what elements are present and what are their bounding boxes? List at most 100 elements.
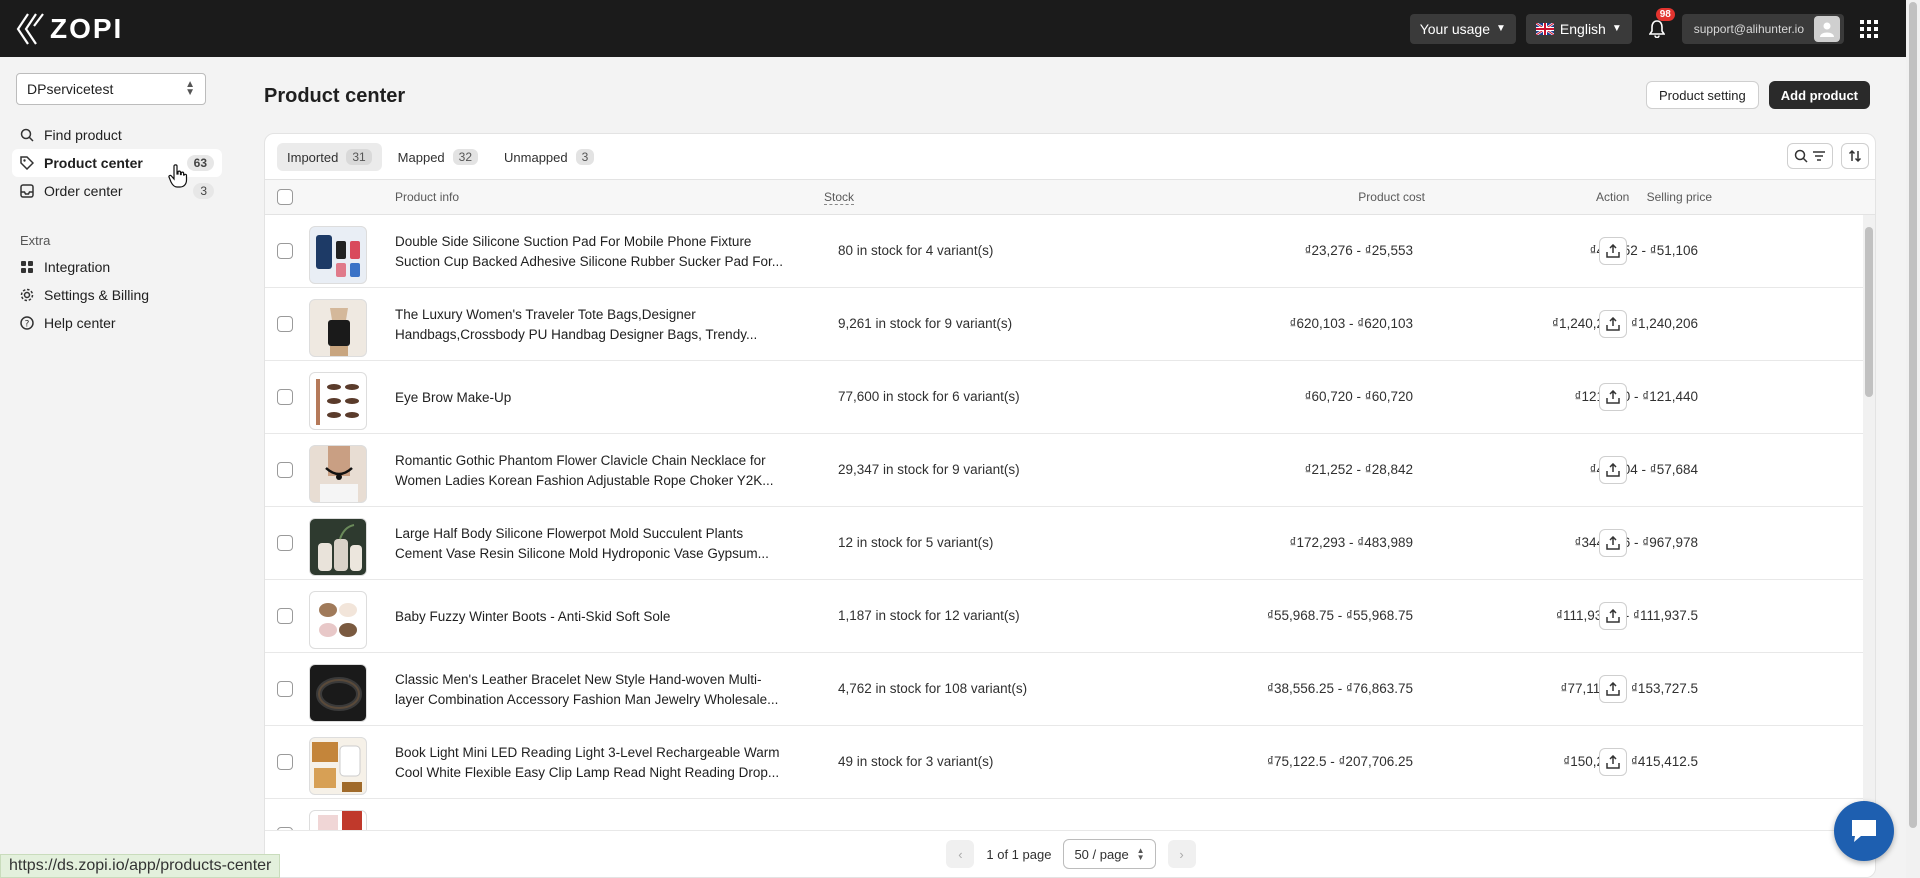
push-product-button[interactable]: [1599, 456, 1627, 484]
product-thumbnail[interactable]: [309, 664, 367, 722]
search-filter-button[interactable]: [1787, 143, 1833, 169]
push-product-button[interactable]: [1599, 237, 1627, 265]
product-thumbnail[interactable]: [309, 737, 367, 795]
row-checkbox[interactable]: [277, 243, 293, 259]
zopi-logo-icon: [16, 12, 44, 45]
chat-icon: [1852, 820, 1876, 842]
sidebar-item-integration[interactable]: Integration: [12, 253, 222, 281]
row-checkbox[interactable]: [277, 754, 293, 770]
page-scrollbar[interactable]: [1906, 0, 1920, 878]
avatar: [1814, 15, 1840, 42]
push-product-button[interactable]: [1599, 675, 1627, 703]
chat-button[interactable]: [1834, 801, 1894, 861]
product-name[interactable]: Large Half Body Silicone Flowerpot Mold …: [395, 524, 795, 564]
header-stock[interactable]: Stock: [824, 190, 855, 205]
product-name[interactable]: Book Light Mini LED Reading Light 3-Leve…: [395, 743, 795, 783]
usage-dropdown[interactable]: Your usage ▼: [1409, 13, 1516, 44]
product-cost: ₫23,276 - ₫25,553: [1304, 243, 1413, 258]
tab-count: 3: [575, 149, 595, 165]
brand-name: ZOPI: [50, 12, 124, 44]
product-name[interactable]: Eye Brow Make-Up: [395, 388, 795, 408]
push-product-button[interactable]: [1599, 383, 1627, 411]
tab-bar: Imported 31 Mapped 32 Unmapped 3: [277, 143, 604, 171]
row-checkbox[interactable]: [277, 389, 293, 405]
per-page-select[interactable]: 50 / page ▲ ▼: [1063, 839, 1156, 869]
page-indicator: 1 of 1 page: [986, 846, 1052, 862]
prev-page-button[interactable]: ‹: [946, 840, 975, 868]
sidebar-item-label: Find product: [44, 127, 122, 143]
product-thumbnail[interactable]: [309, 810, 367, 832]
sidebar-item-order-center[interactable]: Order center 3: [12, 177, 222, 205]
chevron-down-icon: ▼: [1611, 23, 1622, 34]
product-stock: 1,187 in stock for 12 variant(s): [838, 608, 1020, 623]
product-thumbnail[interactable]: [309, 518, 367, 576]
filter-icon: [1813, 151, 1825, 161]
product-stock: 77,600 in stock for 6 variant(s): [838, 389, 1020, 404]
table-body: Double Side Silicone Suction Pad For Mob…: [265, 215, 1865, 832]
product-cost: ₫60,720 - ₫60,720: [1304, 389, 1413, 404]
table-scrollbar[interactable]: [1863, 215, 1875, 832]
table-row: Book Light Mini LED Reading Light 3-Leve…: [265, 726, 1865, 799]
status-bar-url: https://ds.zopi.io/app/products-center: [0, 854, 281, 878]
product-name[interactable]: Double Side Silicone Suction Pad For Mob…: [395, 232, 795, 272]
product-thumbnail[interactable]: [309, 445, 367, 503]
product-name[interactable]: Classic Men's Leather Bracelet New Style…: [395, 670, 795, 710]
product-thumbnail[interactable]: [309, 226, 367, 284]
product-stock: 49 in stock for 3 variant(s): [838, 754, 994, 769]
product-thumbnail[interactable]: [309, 591, 367, 649]
help-icon: ?: [20, 316, 34, 330]
account-menu[interactable]: support@alihunter.io: [1681, 13, 1844, 44]
table-row: Large Half Body Silicone Flowerpot Mold …: [265, 507, 1865, 580]
product-thumbnail[interactable]: [309, 372, 367, 430]
select-arrows-icon: ▲ ▼: [1136, 846, 1145, 862]
sidebar-item-count: 3: [193, 183, 214, 199]
apps-button[interactable]: [1854, 14, 1884, 44]
tab-mapped[interactable]: Mapped 32: [388, 143, 488, 171]
store-selector[interactable]: DPservicetest ▲ ▼: [16, 73, 206, 105]
product-name[interactable]: Baby Fuzzy Winter Boots - Anti-Skid Soft…: [395, 607, 795, 627]
notifications-button[interactable]: 98: [1642, 7, 1675, 44]
product-thumbnail[interactable]: [309, 299, 367, 357]
product-name[interactable]: The Luxury Women's Traveler Tote Bags,De…: [395, 305, 795, 345]
push-product-button[interactable]: [1599, 529, 1627, 557]
language-dropdown[interactable]: English ▼: [1525, 13, 1632, 44]
gear-icon: [20, 288, 34, 302]
per-page-value: 50 / page: [1074, 846, 1129, 862]
table-row: Double Side Silicone Suction Pad For Mob…: [265, 215, 1865, 288]
sidebar-item-label: Settings & Billing: [44, 287, 150, 303]
row-checkbox[interactable]: [277, 462, 293, 478]
sidebar-item-find-product[interactable]: Find product: [12, 121, 222, 149]
next-page-button[interactable]: ›: [1167, 840, 1196, 868]
brand-logo[interactable]: ZOPI: [16, 12, 123, 46]
extra-nav: Integration Settings & Billing ? Help ce…: [12, 253, 222, 337]
sidebar-item-settings-billing[interactable]: Settings & Billing: [12, 281, 222, 309]
tab-count: 31: [346, 149, 372, 165]
user-icon: [1820, 22, 1834, 37]
add-product-button[interactable]: Add product: [1768, 81, 1870, 109]
integration-icon: [21, 261, 33, 273]
row-checkbox[interactable]: [277, 681, 293, 697]
row-checkbox[interactable]: [277, 535, 293, 551]
search-icon: [1794, 149, 1808, 163]
table-row: Baby Fuzzy Winter Boots - Anti-Skid Soft…: [265, 580, 1865, 653]
product-name[interactable]: Romantic Gothic Phantom Flower Clavicle …: [395, 451, 795, 491]
product-table-card: Imported 31 Mapped 32 Unmapped 3 Product…: [264, 133, 1876, 878]
table-row: [265, 799, 1865, 832]
push-product-button[interactable]: [1599, 748, 1627, 776]
sidebar-item-help-center[interactable]: ? Help center: [12, 309, 222, 337]
sidebar-item-product-center[interactable]: Product center 63: [12, 149, 222, 177]
sort-button[interactable]: [1841, 143, 1869, 169]
chevron-right-icon: ›: [1179, 846, 1184, 862]
select-all-checkbox[interactable]: [277, 189, 293, 205]
row-checkbox[interactable]: [277, 608, 293, 624]
apps-grid-icon: [1860, 19, 1878, 38]
tab-unmapped[interactable]: Unmapped 3: [494, 143, 604, 171]
push-product-button[interactable]: [1599, 602, 1627, 630]
sidebar-item-count: 63: [186, 155, 214, 171]
header-action: Action: [1596, 190, 1630, 204]
push-product-button[interactable]: [1599, 310, 1627, 338]
row-checkbox[interactable]: [277, 316, 293, 332]
chevron-left-icon: ‹: [958, 846, 963, 862]
tab-imported[interactable]: Imported 31: [277, 143, 382, 171]
product-setting-button[interactable]: Product setting: [1646, 81, 1759, 109]
